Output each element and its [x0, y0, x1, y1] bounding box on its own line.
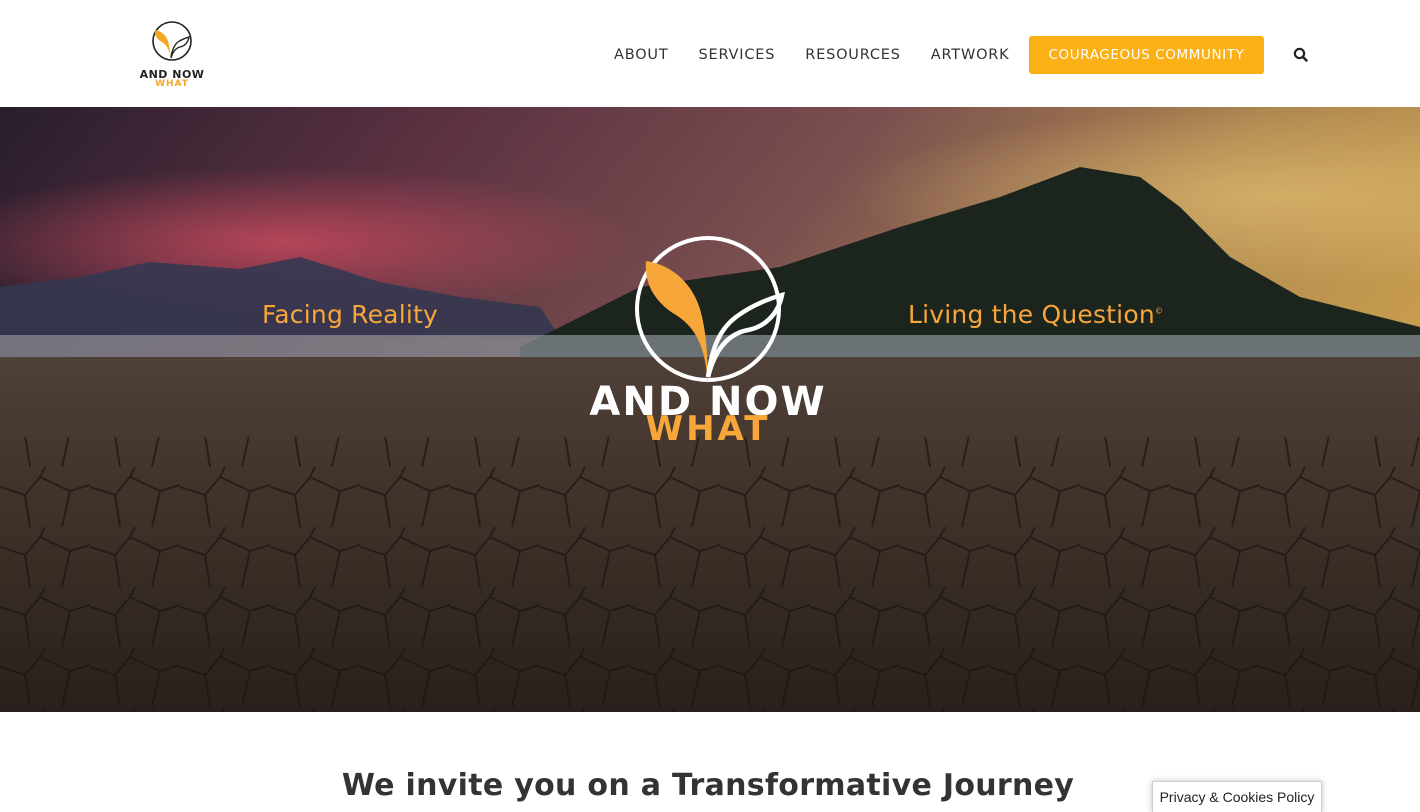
hero-tagline-right: Living the Question©: [908, 300, 1163, 329]
hero-tagline-left: Facing Reality: [262, 300, 438, 329]
nav-artwork[interactable]: ARTWORK: [931, 47, 1010, 63]
logo-sprout-icon: [152, 21, 192, 61]
nav-about[interactable]: ABOUT: [614, 47, 669, 63]
site-logo[interactable]: AND NOW WHAT: [130, 18, 214, 90]
site-header: AND NOW WHAT ABOUT SERVICES RESOURCES AR…: [0, 0, 1420, 107]
nav-resources[interactable]: RESOURCES: [805, 47, 901, 63]
hero-logo-text-line2: WHAT: [645, 409, 771, 449]
logo-text-line2: WHAT: [155, 79, 189, 89]
hero-banner: Facing Reality Living the Question© AND …: [0, 107, 1420, 712]
main-nav: ABOUT SERVICES RESOURCES ARTWORK: [600, 36, 1009, 74]
privacy-cookies-policy-tab[interactable]: Privacy & Cookies Policy: [1152, 781, 1322, 812]
courageous-community-button[interactable]: COURAGEOUS COMMUNITY: [1029, 36, 1264, 74]
hero-tagline-right-text: Living the Question: [908, 300, 1155, 329]
search-icon[interactable]: [1292, 46, 1310, 64]
hero-tagline-right-mark: ©: [1154, 306, 1164, 316]
nav-services[interactable]: SERVICES: [699, 47, 776, 63]
